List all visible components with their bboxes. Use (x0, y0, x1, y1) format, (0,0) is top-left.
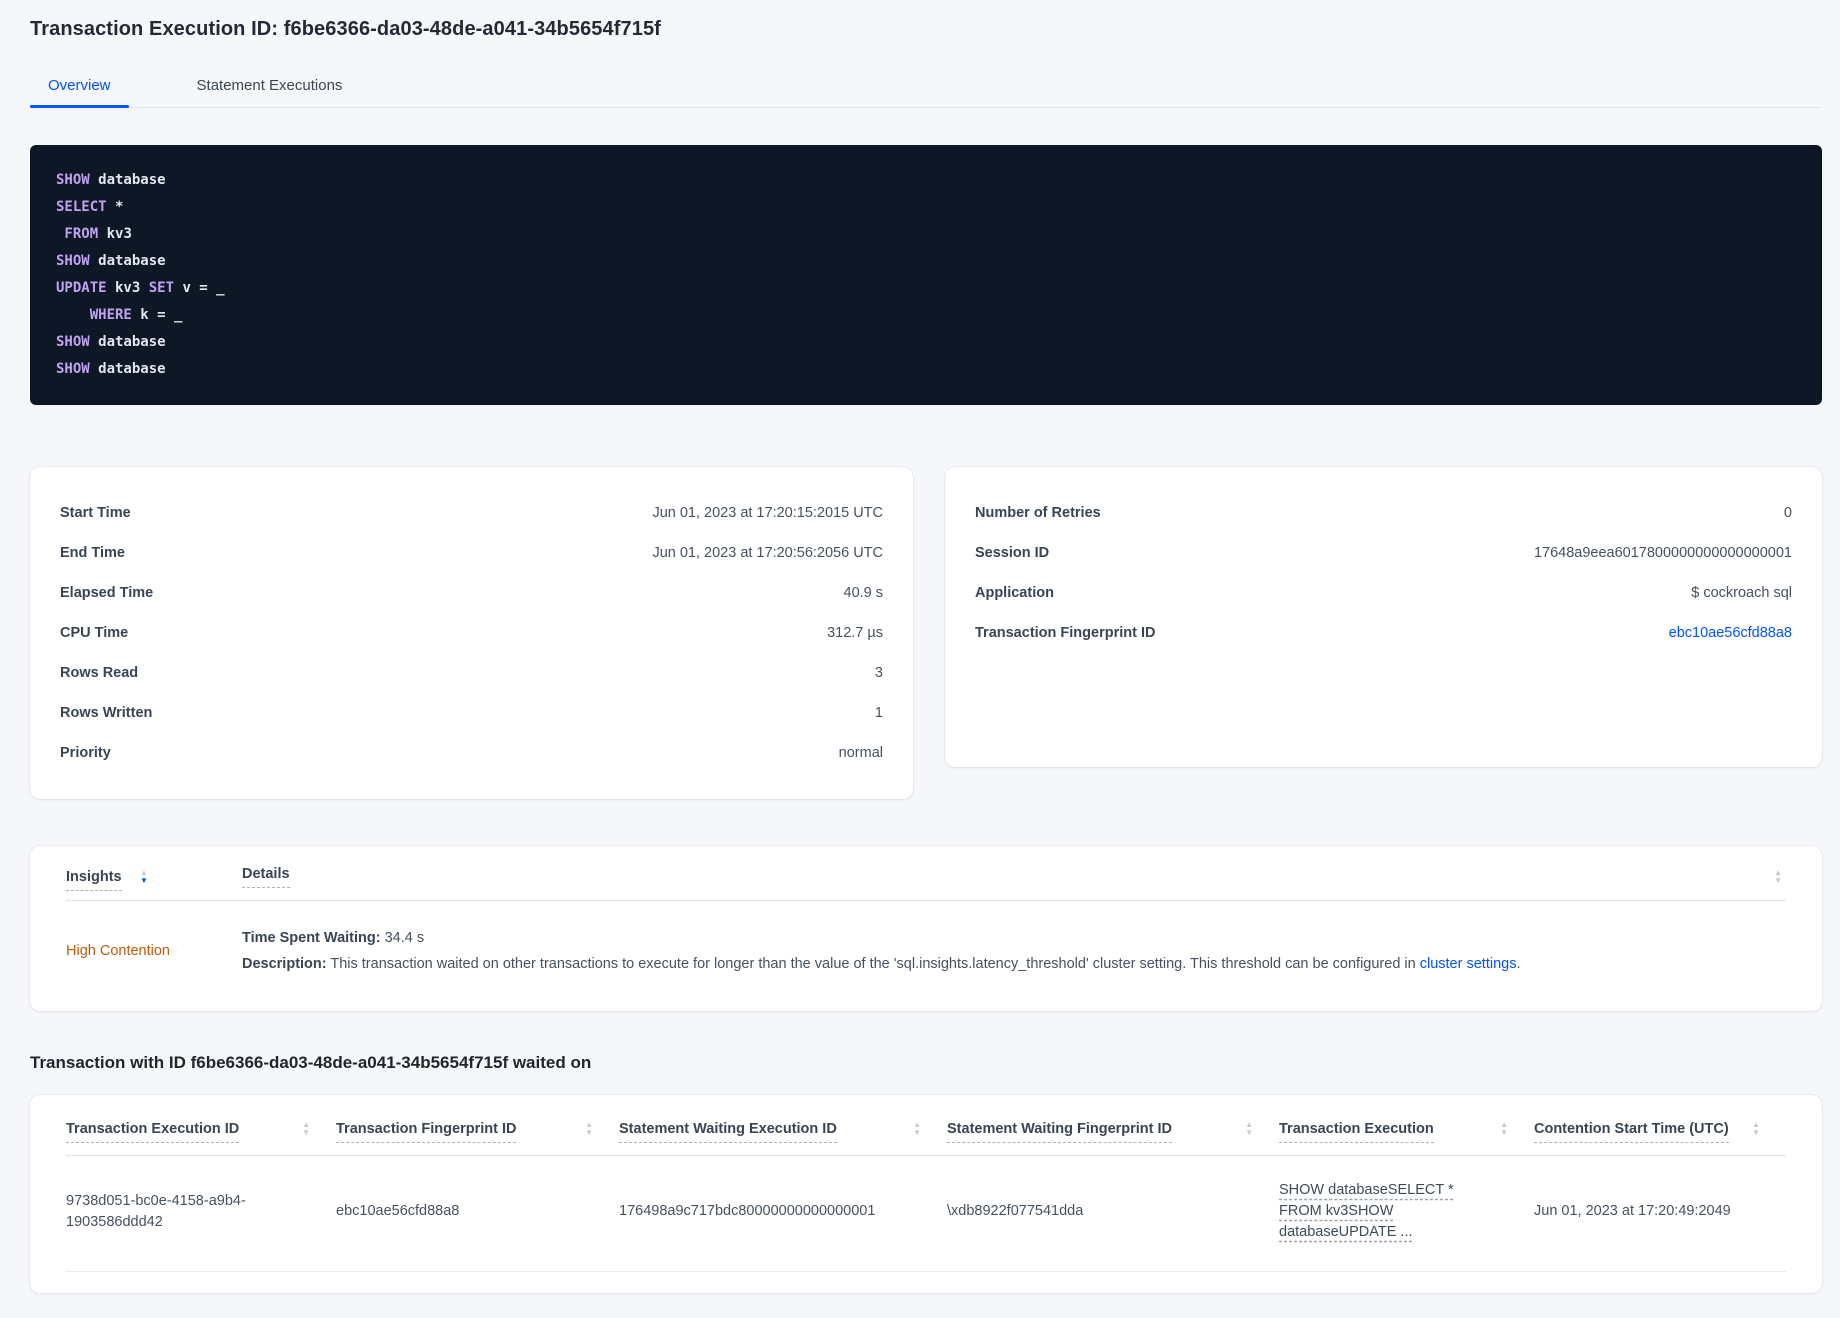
row-value: Jun 01, 2023 at 17:20:56:2056 UTC (652, 545, 883, 561)
row-label: Priority (60, 745, 111, 761)
sql-line: SHOW database (56, 172, 166, 188)
row-value: 40.9 s (843, 585, 884, 601)
waited-on-table: Transaction Execution ID ▲ ▼ Transaction F… (66, 1121, 1786, 1272)
header-cell: Transaction Execution ▲ ▼ (1279, 1121, 1534, 1156)
row-label: End Time (60, 545, 125, 561)
sort-icon[interactable]: ▲ ▼ (1500, 1121, 1508, 1137)
insights-table-header: Insights ▲ ▼ Details ▲ ▼ (66, 866, 1786, 901)
sql-line: SHOW database (56, 253, 166, 269)
transaction-execution-id-header[interactable]: Transaction Execution ID (66, 1121, 240, 1143)
session-details-card: Number of Retries 0 Session ID 17648a9ee… (945, 467, 1822, 767)
statement-waiting-execution-id-cell: 176498a9c717bdc80000000000000001 (619, 1155, 947, 1272)
row-label: Number of Retries (975, 505, 1101, 521)
transaction-details-page: Transaction Execution ID: f6be6366-da03-… (0, 0, 1840, 1293)
row-label: Rows Read (60, 665, 139, 681)
description-text: This transaction waited on other transac… (326, 956, 1420, 972)
sql-line: SHOW database (56, 361, 166, 377)
execution-times-card: Start Time Jun 01, 2023 at 17:20:15:2015… (30, 467, 913, 799)
insights-header-cell: Insights ▲ ▼ (66, 868, 206, 891)
insight-type-label: High Contention (66, 943, 170, 959)
table-row: 9738d051-bc0e-4158-a9b4-1903586ddd42 ebc… (66, 1155, 1786, 1272)
header-cell: Transaction Fingerprint ID ▲ ▼ (336, 1121, 619, 1156)
waited-on-heading: Transaction with ID f6be6366-da03-48de-a… (30, 1053, 592, 1072)
insights-card: Insights ▲ ▼ Details ▲ ▼ High Contention T… (30, 846, 1822, 1011)
statement-waiting-execution-id-header[interactable]: Statement Waiting Execution ID (619, 1121, 837, 1143)
sort-icon[interactable]: ▲ ▼ (913, 1121, 921, 1137)
waited-on-header-row: Transaction Execution ID ▲ ▼ Transaction F… (66, 1121, 1786, 1156)
transaction-fingerprint-id-header[interactable]: Transaction Fingerprint ID (336, 1121, 517, 1143)
summary-row-session-id: Session ID 17648a9eea6017800000000000000… (975, 533, 1792, 573)
waited-on-table-card: Transaction Execution ID ▲ ▼ Transaction F… (30, 1095, 1822, 1293)
summary-row-rows-written: Rows Written 1 (60, 693, 883, 733)
sort-icon[interactable]: ▲ ▼ (1774, 869, 1782, 885)
sql-line: SELECT * (56, 199, 124, 215)
row-label: Elapsed Time (60, 585, 154, 601)
row-value: 1 (874, 705, 883, 721)
sort-icon[interactable]: ▲ ▼ (140, 868, 148, 885)
row-label: Application (975, 585, 1054, 601)
transaction-execution-link[interactable]: SHOW databaseSELECT * FROM kv3SHOW datab… (1279, 1180, 1457, 1243)
contention-start-time-cell: Jun 01, 2023 at 17:20:49:2049 (1534, 1155, 1786, 1272)
tab-bar: Overview Statement Executions (30, 71, 1822, 108)
sql-line: WHERE k = _ (56, 307, 183, 323)
details-column-header[interactable]: Details (242, 866, 290, 888)
summary-row-elapsed-time: Elapsed Time 40.9 s (60, 573, 883, 613)
sort-icon[interactable]: ▲ ▼ (585, 1121, 593, 1137)
sql-statements-box: SHOW database SELECT * FROM kv3 SHOW datab… (30, 145, 1822, 405)
insight-row: High Contention Time Spent Waiting: 34.4… (66, 901, 1786, 985)
header-cell: Contention Start Time (UTC) ▲ ▼ (1534, 1121, 1786, 1156)
description-label: Description: (242, 956, 327, 972)
row-value: 312.7 µs (827, 625, 883, 641)
header-cell: Statement Waiting Execution ID ▲ ▼ (619, 1121, 947, 1156)
sort-icon[interactable]: ▲ ▼ (1752, 1121, 1760, 1137)
row-value: normal (838, 745, 883, 761)
tab-statement-executions[interactable]: Statement Executions (179, 71, 361, 107)
sort-icon[interactable]: ▲ ▼ (1245, 1121, 1253, 1137)
row-value: 3 (874, 665, 883, 681)
summary-row-priority: Priority normal (60, 733, 883, 773)
insight-details: Time Spent Waiting: 34.4 s Description: … (242, 925, 1520, 977)
row-label: CPU Time (60, 625, 129, 641)
summary-cards-row: Start Time Jun 01, 2023 at 17:20:15:2015… (30, 467, 1822, 799)
insights-column-header[interactable]: Insights (66, 869, 122, 891)
time-spent-waiting-label: Time Spent Waiting: (242, 930, 381, 946)
row-value: $ cockroach sql (1691, 585, 1792, 601)
row-value: 0 (1783, 505, 1792, 521)
transaction-execution-id-cell: 9738d051-bc0e-4158-a9b4-1903586ddd42 (66, 1155, 336, 1272)
page-title: Transaction Execution ID: f6be6366-da03-… (30, 18, 661, 40)
row-value: Jun 01, 2023 at 17:20:15:2015 UTC (652, 505, 883, 521)
time-spent-waiting-value: 34.4 s (380, 930, 425, 946)
row-label: Session ID (975, 545, 1050, 561)
statement-waiting-fingerprint-id-cell: \xdb8922f077541dda (947, 1155, 1279, 1272)
header-cell: Statement Waiting Fingerprint ID ▲ ▼ (947, 1121, 1279, 1156)
row-label: Start Time (60, 505, 131, 521)
summary-row-cpu-time: CPU Time 312.7 µs (60, 613, 883, 653)
tab-overview[interactable]: Overview (30, 71, 129, 108)
description-suffix: . (1516, 956, 1521, 972)
cluster-settings-link[interactable]: cluster settings (1420, 956, 1517, 972)
summary-row-fingerprint-id: Transaction Fingerprint ID ebc10ae56cfd8… (975, 613, 1792, 653)
sql-line: UPDATE kv3 SET v = _ (56, 280, 225, 296)
transaction-fingerprint-link[interactable]: ebc10ae56cfd88a8 (1669, 623, 1792, 643)
summary-row-rows-read: Rows Read 3 (60, 653, 883, 693)
summary-row-retries: Number of Retries 0 (975, 493, 1792, 533)
row-value: 17648a9eea6017800000000000000001 (1533, 545, 1792, 561)
summary-row-application: Application $ cockroach sql (975, 573, 1792, 613)
summary-row-end-time: End Time Jun 01, 2023 at 17:20:56:2056 U… (60, 533, 883, 573)
sort-icon[interactable]: ▲ ▼ (302, 1121, 310, 1137)
transaction-execution-cell: SHOW databaseSELECT * FROM kv3SHOW datab… (1279, 1155, 1534, 1272)
header-cell: Transaction Execution ID ▲ ▼ (66, 1121, 336, 1156)
transaction-fingerprint-id-cell: ebc10ae56cfd88a8 (336, 1155, 619, 1272)
row-label: Rows Written (60, 705, 153, 721)
transaction-execution-header[interactable]: Transaction Execution (1279, 1121, 1434, 1143)
summary-row-start-time: Start Time Jun 01, 2023 at 17:20:15:2015… (60, 493, 883, 533)
sql-line: SHOW database (56, 334, 166, 350)
row-label: Transaction Fingerprint ID (975, 625, 1156, 641)
contention-start-time-header[interactable]: Contention Start Time (UTC) (1534, 1121, 1729, 1143)
sql-line: FROM kv3 (56, 226, 132, 242)
statement-waiting-fingerprint-id-header[interactable]: Statement Waiting Fingerprint ID (947, 1121, 1173, 1143)
